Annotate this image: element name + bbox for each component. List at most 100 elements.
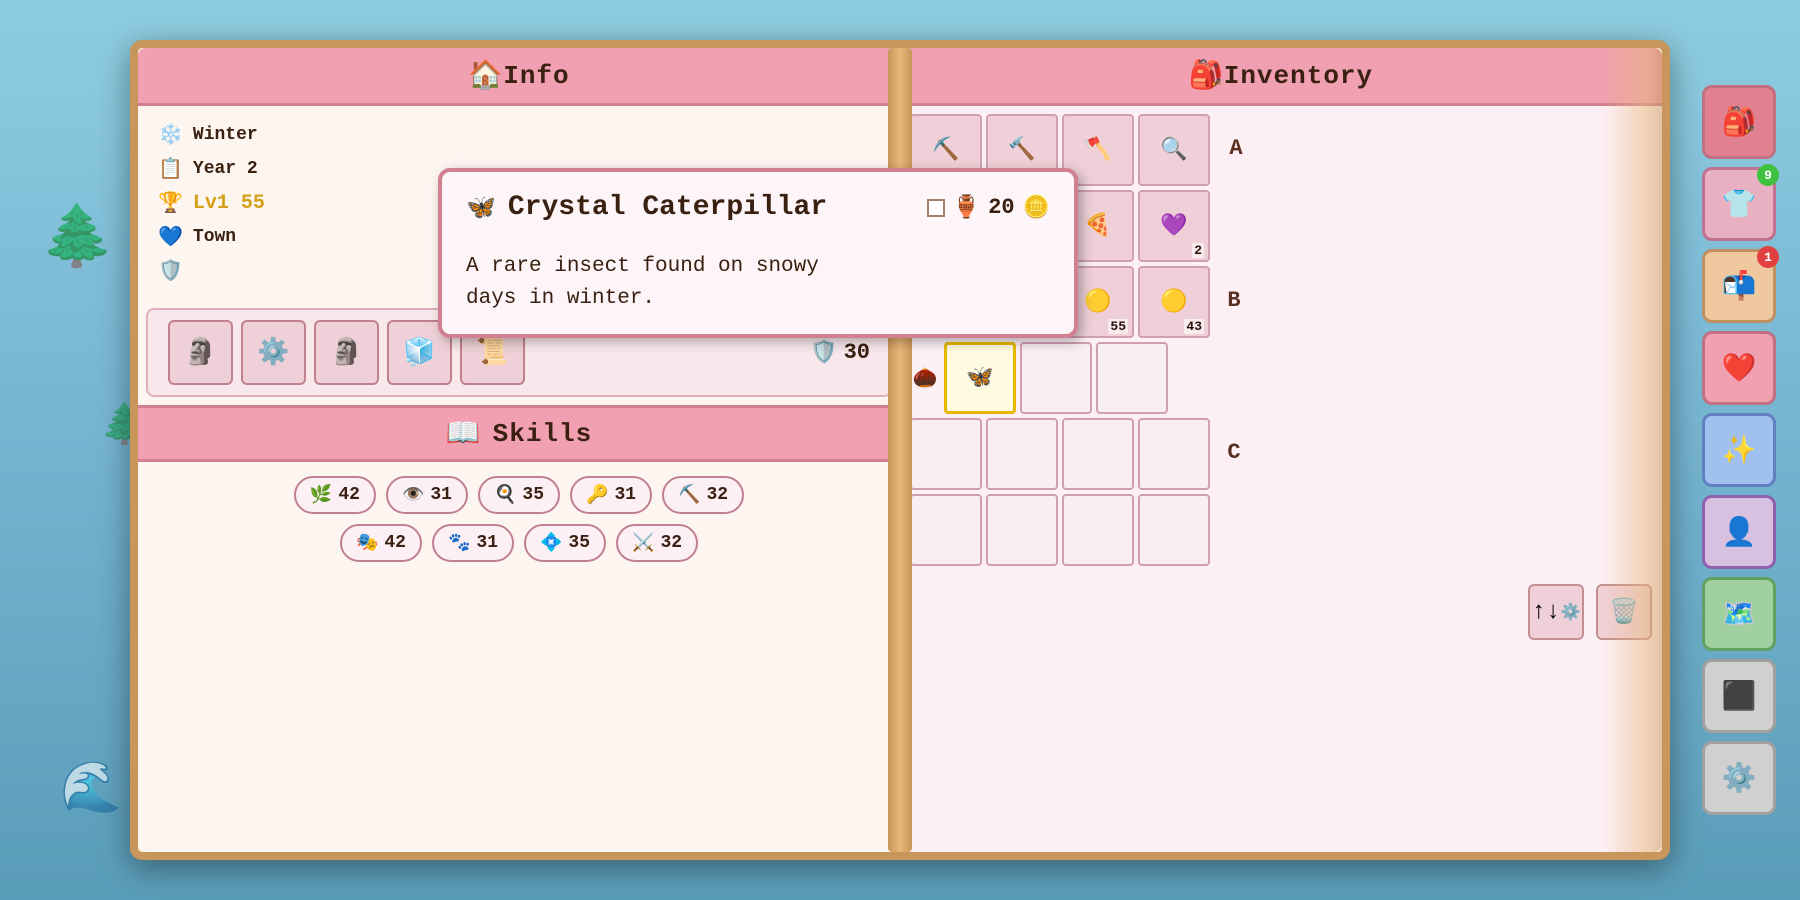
sidebar-map-button[interactable]: 🗺️: [1702, 577, 1776, 651]
skill-diamond[interactable]: 💠 35: [524, 524, 606, 562]
skill-farming-icon: 🌿: [310, 484, 332, 506]
bg-shrub-left: 🌊: [60, 759, 122, 820]
inv-c1-1[interactable]: [910, 418, 982, 490]
inv-row-c2: [910, 494, 1210, 566]
skill-tracking[interactable]: 🐾 31: [432, 524, 514, 562]
sort-icon-2: ⚙️: [1560, 602, 1580, 622]
trash-button[interactable]: 🗑️: [1596, 584, 1652, 640]
inv-slot-heart-purple[interactable]: 💜 2: [1138, 190, 1210, 262]
inv-c1-4[interactable]: [1138, 418, 1210, 490]
label-a: A: [1216, 114, 1256, 161]
skills-grid: 🌿 42 👁️ 31 🍳 35 🔑 31: [138, 462, 900, 576]
skill-farming-value: 42: [338, 485, 360, 505]
info-header-icon: 🏠: [468, 58, 503, 93]
inv-c2-2[interactable]: [986, 494, 1058, 566]
skill-sword[interactable]: ⚔️ 32: [616, 524, 698, 562]
label-b: B: [1214, 266, 1254, 313]
skill-sword-icon: ⚔️: [632, 532, 654, 554]
tooltip-chest-icon: 🏺: [953, 195, 980, 221]
tooltip-description: A rare insect found on snowydays in wint…: [466, 251, 1050, 314]
shield-badge: 🛡️ 30: [810, 340, 870, 366]
sort-button[interactable]: ↑↓ ⚙️: [1528, 584, 1584, 640]
mail-badge: 1: [1757, 246, 1779, 268]
inv-slot-magnifier[interactable]: 🔍: [1138, 114, 1210, 186]
shield-badge-icon: 🛡️: [810, 340, 837, 366]
tooltip-item-name: Crystal Caterpillar: [508, 192, 827, 223]
inv-row-c1: [910, 418, 1210, 490]
inv-b-empty-1[interactable]: [1020, 342, 1092, 414]
town-value: Town: [193, 227, 236, 247]
equip-slot-3[interactable]: 🗿: [314, 320, 379, 385]
bg-tree-left: 🌲: [40, 200, 115, 275]
trash-icon: 🗑️: [1609, 597, 1639, 627]
season-row: ❄️ Winter: [158, 122, 880, 148]
skill-diamond-value: 35: [568, 533, 590, 553]
inventory-header: 🎒 Inventory: [900, 48, 1662, 106]
heart-purple-count: 2: [1192, 243, 1204, 258]
inv-c2-1[interactable]: [910, 494, 982, 566]
info-title: Info: [503, 61, 569, 91]
right-sidebar: 🎒 👕 9 📬 1 ❤️ ✨ 👤 🗺️ ⬛ ⚙️: [1702, 85, 1776, 815]
inv-c1-3[interactable]: [1062, 418, 1134, 490]
skills-title: Skills: [493, 419, 593, 449]
inv-slot-caterpillar[interactable]: 🦋: [944, 342, 1016, 414]
inv-acorn-group: 🌰 🦋: [910, 342, 1016, 414]
tooltip-currency-icon: 🪙: [1023, 195, 1050, 221]
skill-mining-icon: ⛏️: [678, 484, 700, 506]
town-icon: 💙: [158, 224, 183, 250]
skill-charm-icon: 🎭: [356, 532, 378, 554]
sidebar-sparkle-button[interactable]: ✨: [1702, 413, 1776, 487]
inv-row-c-container: C: [910, 418, 1652, 566]
level-value: Lv1 55: [193, 192, 265, 215]
inventory-header-icon: 🎒: [1189, 58, 1224, 93]
skill-tracking-value: 31: [476, 533, 498, 553]
sidebar-clothes-button[interactable]: 👕 9: [1702, 167, 1776, 241]
season-icon: ❄️: [158, 122, 183, 148]
sidebar-mail-button[interactable]: 📬 1: [1702, 249, 1776, 323]
skill-key-value: 31: [614, 485, 636, 505]
sidebar-extra-button[interactable]: ⬛: [1702, 659, 1776, 733]
gold43-count: 43: [1184, 319, 1204, 334]
inv-b-empty-2[interactable]: [1096, 342, 1168, 414]
tooltip-checkbox[interactable]: [927, 199, 945, 217]
skill-farming[interactable]: 🌿 42: [294, 476, 376, 514]
sidebar-character-button[interactable]: 👤: [1702, 495, 1776, 569]
season-value: Winter: [193, 125, 258, 145]
inv-c1-2[interactable]: [986, 418, 1058, 490]
skills-row-1: 🌿 42 👁️ 31 🍳 35 🔑 31: [158, 476, 880, 514]
skill-diamond-icon: 💠: [540, 532, 562, 554]
equip-slot-1[interactable]: 🗿: [168, 320, 233, 385]
skill-cooking-value: 35: [522, 485, 544, 505]
sidebar-settings-button[interactable]: ⚙️: [1702, 741, 1776, 815]
shield-icon: 🛡️: [158, 258, 183, 284]
game-background: 🌲 🌲 🌲 🌊 ❄️ 🏠 Info ❄️ Winter 📋 Year 2: [0, 0, 1800, 900]
skill-mining-value: 32: [706, 485, 728, 505]
level-icon: 🏆: [158, 190, 183, 216]
equip-slot-2[interactable]: ⚙️: [241, 320, 306, 385]
tooltip-price-row: 🏺 20 🪙: [927, 195, 1050, 221]
skill-charm[interactable]: 🎭 42: [340, 524, 422, 562]
skill-cooking[interactable]: 🍳 35: [478, 476, 560, 514]
skill-key-icon: 🔑: [586, 484, 608, 506]
clothes-badge: 9: [1757, 164, 1779, 186]
inv-c2-3[interactable]: [1062, 494, 1134, 566]
skill-tracking-icon: 🐾: [448, 532, 470, 554]
inv-row-b2: 🌰 🦋: [910, 342, 1210, 414]
skill-vision-icon: 👁️: [402, 484, 424, 506]
inventory-title: Inventory: [1224, 61, 1373, 91]
sidebar-heart-button[interactable]: ❤️: [1702, 331, 1776, 405]
tooltip-popup: 🦋 Crystal Caterpillar 🏺 20 🪙 A rare inse…: [438, 168, 1078, 338]
inv-row-c-slots: [910, 418, 1210, 566]
inv-slot-gold43[interactable]: 🟡 43: [1138, 266, 1210, 338]
skill-mining[interactable]: ⛏️ 32: [662, 476, 744, 514]
skills-icon: 📖: [446, 416, 481, 451]
inv-c2-4[interactable]: [1138, 494, 1210, 566]
skill-key[interactable]: 🔑 31: [570, 476, 652, 514]
year-icon: 📋: [158, 156, 183, 182]
tooltip-price: 20: [988, 195, 1014, 220]
tooltip-item-icon: 🦋: [466, 193, 496, 223]
skill-vision[interactable]: 👁️ 31: [386, 476, 468, 514]
sidebar-bag-button[interactable]: 🎒: [1702, 85, 1776, 159]
skill-vision-value: 31: [430, 485, 452, 505]
label-c: C: [1214, 418, 1254, 465]
